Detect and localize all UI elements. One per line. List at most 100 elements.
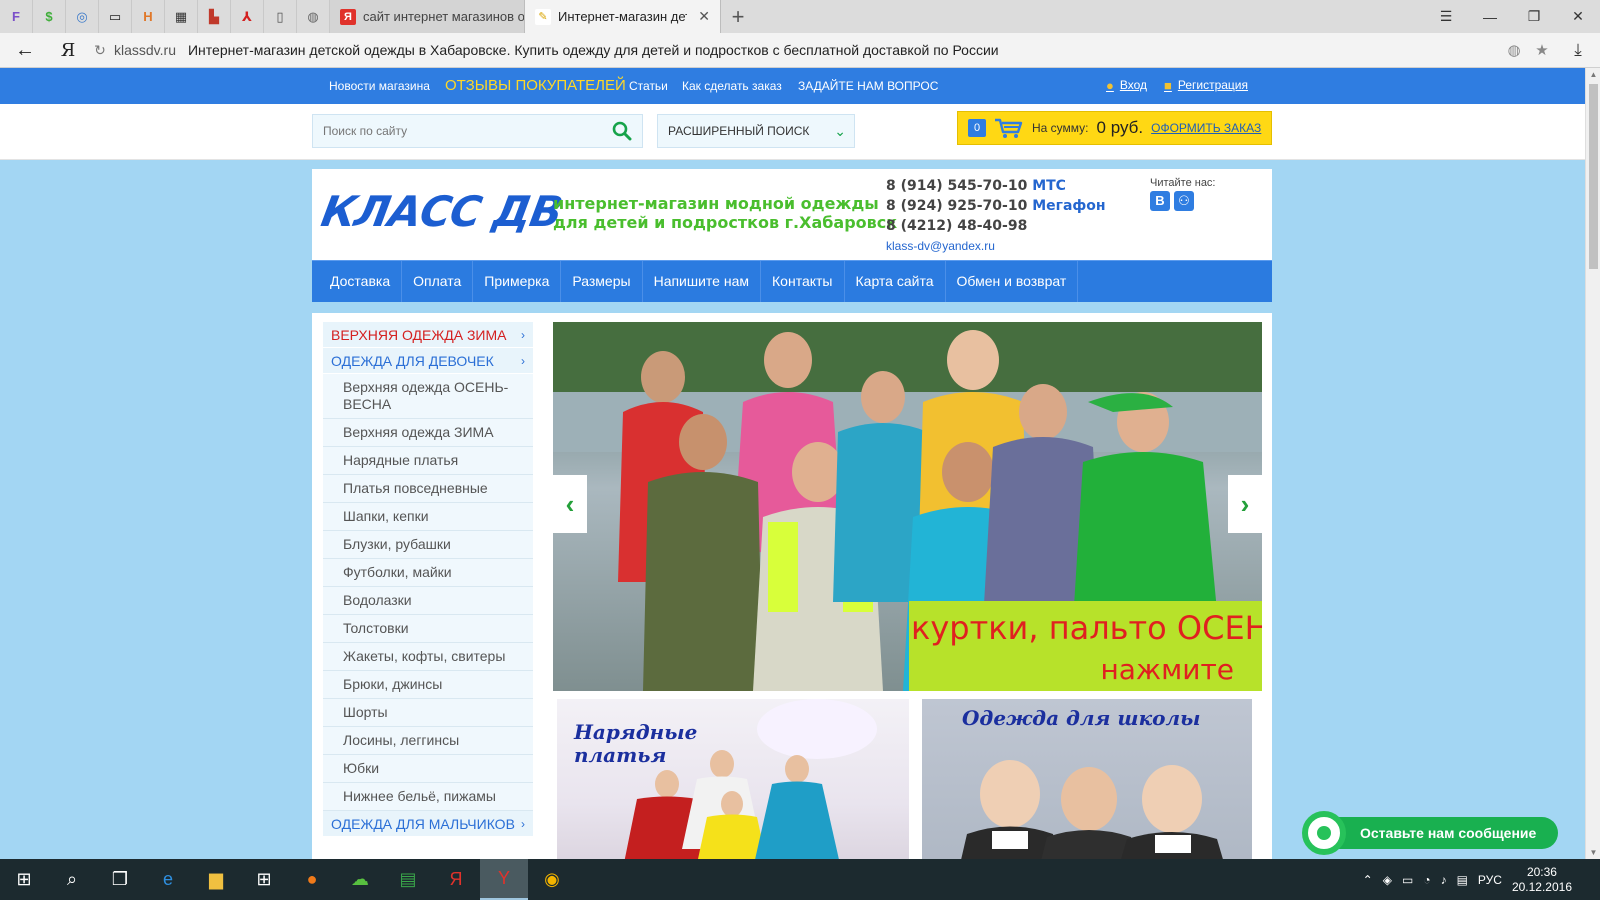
nav-articles[interactable]: Статьи [629,68,668,104]
subcategory-item[interactable]: Шорты [323,699,533,727]
nav-ask-question[interactable]: ЗАДАЙТЕ НАМ ВОПРОС [798,68,938,104]
menu-icon[interactable]: ☰ [1424,0,1468,33]
subcategory-item[interactable]: Толстовки [323,615,533,643]
clock[interactable]: 20:36 20.12.2016 [1512,865,1572,895]
subcategory-item[interactable]: Лосины, леггинсы [323,727,533,755]
subcategory-item[interactable]: Футболки, майки [323,559,533,587]
chat-bubble-icon[interactable]: ▭ [99,0,132,33]
chrome-icon[interactable]: ◉ [528,859,576,900]
mainnav-item[interactable]: Карта сайта [845,261,946,302]
restore-button[interactable]: ❐ [1512,0,1556,33]
translate-icon[interactable]: ◍ [1500,41,1528,59]
document-icon[interactable]: ▯ [264,0,297,33]
new-tab-button[interactable]: + [721,0,755,33]
task-view-icon[interactable]: ❐ [96,859,144,900]
file-explorer-icon[interactable]: ▆ [192,859,240,900]
email-link[interactable]: klass-dv@yandex.ru [886,239,995,253]
slider-prev-button[interactable]: ‹ [553,475,587,533]
scroll-down-arrow-icon[interactable]: ▼ [1586,848,1600,857]
nav-how-to-order[interactable]: Как сделать заказ [682,68,782,104]
flame-icon[interactable]: ⅄ [231,0,264,33]
mainnav-item[interactable]: Обмен и возврат [946,261,1079,302]
yandex-browser-icon[interactable]: Y [480,859,528,900]
card-party-dresses[interactable]: Нарядные платья [557,699,909,859]
subcategory-item[interactable]: Блузки, рубашки [323,531,533,559]
blocks-icon[interactable]: ▙ [198,0,231,33]
bookmark-star-icon[interactable]: ★ [1528,41,1556,59]
subcategory-item[interactable]: Жакеты, кофты, свитеры [323,643,533,671]
chat-widget[interactable]: Оставьте нам сообщение [1302,811,1559,855]
mainnav-item[interactable]: Доставка [312,261,403,302]
spiral-icon[interactable]: ◎ [66,0,99,33]
close-window-button[interactable]: ✕ [1556,0,1600,33]
subcategory-item[interactable]: Брюки, джинсы [323,671,533,699]
chat-bubble-icon[interactable] [1302,811,1346,855]
register-label[interactable]: Регистрация [1178,78,1248,92]
antivirus-icon[interactable]: ◈ [1383,873,1392,887]
search-icon[interactable]: ⌕ [48,859,96,900]
category-winter-outerwear[interactable]: ВЕРХНЯЯ ОДЕЖДА ЗИМА › [323,322,533,348]
globe-icon[interactable]: ◍ [297,0,330,33]
download-icon[interactable]: ⤓ [1556,40,1600,60]
login-link[interactable]: ● Вход [1106,68,1147,102]
page-title-in-omnibox[interactable]: Интернет-магазин детской одежды в Хабаро… [188,42,1500,58]
advanced-search-dropdown[interactable]: РАСШИРЕННЫЙ ПОИСК ⌄ [657,114,855,148]
yandex-app-icon[interactable]: Я [432,859,480,900]
odnoklassniki-icon[interactable]: ⚇ [1174,191,1194,211]
category-boys[interactable]: ОДЕЖДА ДЛЯ МАЛЬЧИКОВ › [323,811,533,837]
wifi-icon[interactable]: ◔ [1423,873,1430,887]
hero-banner-slider[interactable]: ‹ › куртки, пальто ОСЕНЬ нажмите [553,322,1262,691]
subcategory-item[interactable]: Нижнее бельё, пижамы [323,783,533,811]
scrollbar-thumb[interactable] [1589,84,1598,269]
subcategory-item[interactable]: Водолазки [323,587,533,615]
mainnav-item[interactable]: Размеры [561,261,643,302]
slider-next-button[interactable]: › [1228,475,1262,533]
windows-start-icon[interactable]: ⊞ [0,859,48,900]
close-tab-icon[interactable]: ✕ [698,8,710,25]
reload-icon[interactable]: ↻ [86,42,114,59]
dollar-icon[interactable]: $ [33,0,66,33]
mainnav-item[interactable]: Контакты [761,261,845,302]
category-girls[interactable]: ОДЕЖДА ДЛЯ ДЕВОЧЕК › [323,348,533,374]
scroll-up-arrow-icon[interactable]: ▲ [1586,70,1600,79]
volume-icon[interactable]: ♪ [1441,873,1447,887]
promo-banner[interactable]: куртки, пальто ОСЕНЬ нажмите [909,601,1262,691]
subcategory-item[interactable]: Нарядные платья [323,447,533,475]
notifications-icon[interactable]: ▤ [1457,873,1468,887]
sth-icon[interactable]: ▦ [165,0,198,33]
url-text[interactable]: klassdv.ru [114,42,176,58]
subcategory-item[interactable]: Верхняя одежда ОСЕНЬ-ВЕСНА [323,374,533,419]
cart-icon[interactable] [994,117,1024,139]
language-indicator[interactable]: РУС [1478,873,1502,887]
mainnav-item[interactable]: Напишите нам [643,261,762,302]
firefox-icon[interactable]: ● [288,859,336,900]
store-icon[interactable]: ⊞ [240,859,288,900]
subcategory-item[interactable]: Платья повседневные [323,475,533,503]
cloud-app-icon[interactable]: ☁ [336,859,384,900]
tab-klassdv[interactable]: ✎ Интернет-магазин детск ✕ [525,0,721,33]
search-icon[interactable] [612,121,632,141]
checkout-link[interactable]: ОФОРМИТЬ ЗАКАЗ [1151,121,1261,135]
subcategory-item[interactable]: Верхняя одежда ЗИМА [323,419,533,447]
vk-icon[interactable]: В [1150,191,1170,211]
h-letter-icon[interactable]: Н [132,0,165,33]
nav-news[interactable]: Новости магазина [329,68,430,104]
subcategory-item[interactable]: Шапки, кепки [323,503,533,531]
search-input[interactable] [313,115,603,147]
chat-label[interactable]: Оставьте нам сообщение [1332,817,1559,849]
edge-icon[interactable]: e [144,859,192,900]
minimize-button[interactable]: — [1468,0,1512,33]
tab-search-results[interactable]: Я сайт интернет магазинов о [330,0,525,33]
login-label[interactable]: Вход [1120,78,1147,92]
card-school-clothes[interactable]: Одежда для школы [922,699,1252,859]
nav-reviews[interactable]: ОТЗЫВЫ ПОКУПАТЕЛЕЙ [445,68,626,104]
letter-f-icon[interactable]: F [0,0,33,33]
site-logo[interactable]: КЛАСС ДВ [318,187,566,236]
register-link[interactable]: ■ Регистрация [1164,68,1248,102]
subcategory-item[interactable]: Юбки [323,755,533,783]
battery-icon[interactable]: ▭ [1402,873,1413,887]
spreadsheet-icon[interactable]: ▤ [384,859,432,900]
mainnav-item[interactable]: Примерка [473,261,562,302]
chevron-up-icon[interactable]: ⌃ [1363,873,1373,887]
mainnav-item[interactable]: Оплата [402,261,474,302]
